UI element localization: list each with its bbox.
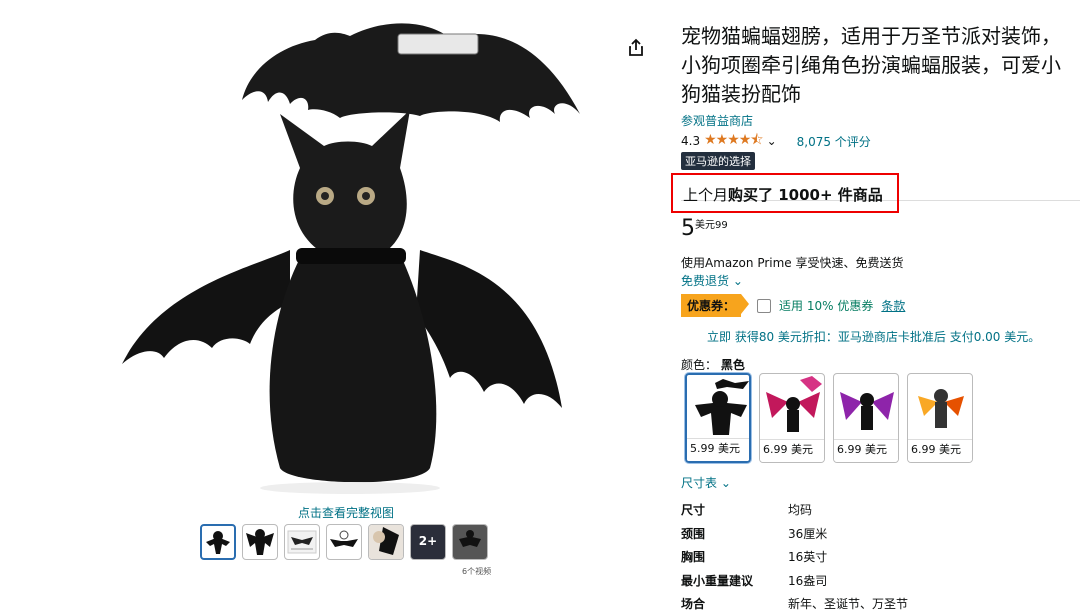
swatch-price: 6.99 美元 xyxy=(908,439,972,462)
swatch-black[interactable]: 5.99 美元 xyxy=(685,373,751,463)
spec-table: 尺寸 均码 颈围 36厘米 胸围 16英寸 最小重量建议 16盎司 场合 新年、圣诞节、万… xyxy=(681,498,908,616)
purple-butterfly-wings-image xyxy=(840,392,894,430)
spec-row: 颈围 36厘米 xyxy=(681,522,908,546)
more-count: 2+ xyxy=(418,534,438,548)
swatch-price: 5.99 美元 xyxy=(687,438,749,461)
chevron-down-icon: ⌄ xyxy=(729,274,743,288)
spec-value: 16英寸 xyxy=(788,550,828,565)
coupon-tag: 优惠券： xyxy=(681,294,750,317)
thumbnail-strip: 2+ xyxy=(200,524,488,560)
spec-value: 均码 xyxy=(788,503,813,518)
price-fraction: 美元99 xyxy=(695,220,728,231)
spec-row: 最小重量建议 16盎司 xyxy=(681,569,908,593)
spec-key: 尺寸 xyxy=(681,503,706,518)
thumbnail-more[interactable]: 2+ xyxy=(410,524,446,560)
store-card-offer[interactable]: 立即 获得80 美元折扣：亚马逊商店卡批准后 支付0.00 美元。 xyxy=(707,328,1040,345)
rating-row: 4.3 ★★★★⯪ ⌄ 8,075 个评分 xyxy=(681,129,871,153)
swatch-yellow[interactable]: 6.99 美元 xyxy=(907,373,973,463)
spec-value: 新年、圣诞节、万圣节 xyxy=(788,597,909,612)
chevron-down-icon[interactable]: ⌄ xyxy=(767,134,777,148)
spec-key: 最小重量建议 xyxy=(681,573,754,588)
spec-key: 颈围 xyxy=(681,526,706,541)
coupon-checkbox[interactable] xyxy=(757,298,772,313)
thumbnail-2[interactable] xyxy=(242,524,278,560)
rating-count-link[interactable]: 8,075 个评分 xyxy=(797,133,871,150)
product-title: 宠物猫蝙蝠翅膀，适用于万圣节派对装饰，小狗项圈牵引绳角色扮演蝙蝠服装，可爱小狗猫… xyxy=(681,24,1061,106)
swatch-price: 6.99 美元 xyxy=(760,439,824,462)
chevron-down-icon: ⌄ xyxy=(717,476,731,490)
color-label: 颜色： 黑色 xyxy=(681,356,745,373)
spec-value: 36厘米 xyxy=(788,526,828,541)
color-label-key: 颜色： xyxy=(681,358,718,372)
coupon-text: 适用 10% 优惠券 xyxy=(779,299,874,313)
size-chart-label: 尺寸表 xyxy=(681,476,718,490)
prime-delivery-text: 使用Amazon Prime 享受快速、免费送货 xyxy=(681,256,904,270)
thumbnail-4[interactable] xyxy=(326,524,362,560)
swatch-price: 6.99 美元 xyxy=(834,439,898,462)
amazon-choice-badge: 亚马逊的选择 xyxy=(681,152,755,170)
thumbnail-5[interactable] xyxy=(368,524,404,560)
rating-value: 4.3 xyxy=(681,134,701,148)
returns-label: 免费退货 xyxy=(681,274,730,288)
video-count-label: 6个视频 xyxy=(462,567,492,576)
star-rating-icon[interactable]: ★★★★⯪ xyxy=(704,129,763,153)
coupon-terms-link[interactable]: 条款 xyxy=(881,297,905,314)
color-swatches: 5.99 美元 6.99 美元 6.99 美元 6.99 美元 xyxy=(685,373,973,463)
spec-row: 胸围 16英寸 xyxy=(681,545,908,569)
spec-value: 16盎司 xyxy=(788,573,828,588)
swatch-pink[interactable]: 6.99 美元 xyxy=(759,373,825,463)
coupon-row: 优惠券： 适用 10% 优惠券 条款 xyxy=(681,294,905,317)
swatch-purple[interactable]: 6.99 美元 xyxy=(833,373,899,463)
thumbnail-3[interactable] xyxy=(284,524,320,560)
view-full-image-link[interactable]: 点击查看完整视图 xyxy=(298,504,394,521)
free-returns-link[interactable]: 免费退货 ⌄ xyxy=(681,272,743,289)
price-whole: 5 xyxy=(681,216,695,241)
pink-butterfly-wings-image xyxy=(766,376,822,432)
thumbnail-1[interactable] xyxy=(200,524,236,560)
spec-row: 场合 新年、圣诞节、万圣节 xyxy=(681,592,908,616)
spec-key: 场合 xyxy=(681,597,706,612)
store-link[interactable]: 参观普益商店 xyxy=(681,112,753,129)
yellow-butterfly-wings-image xyxy=(918,389,964,428)
price: 5 美元99 xyxy=(681,216,728,242)
highlight-box xyxy=(671,173,899,213)
spec-row: 尺寸 均码 xyxy=(681,498,908,522)
share-icon[interactable] xyxy=(626,38,646,58)
thumbnail-video[interactable] xyxy=(452,524,488,560)
black-bat-wings-image xyxy=(695,379,749,435)
main-product-image[interactable] xyxy=(100,18,600,498)
spec-key: 胸围 xyxy=(681,550,706,565)
color-selected-value: 黑色 xyxy=(720,358,745,372)
size-chart-link[interactable]: 尺寸表 ⌄ xyxy=(681,474,731,491)
